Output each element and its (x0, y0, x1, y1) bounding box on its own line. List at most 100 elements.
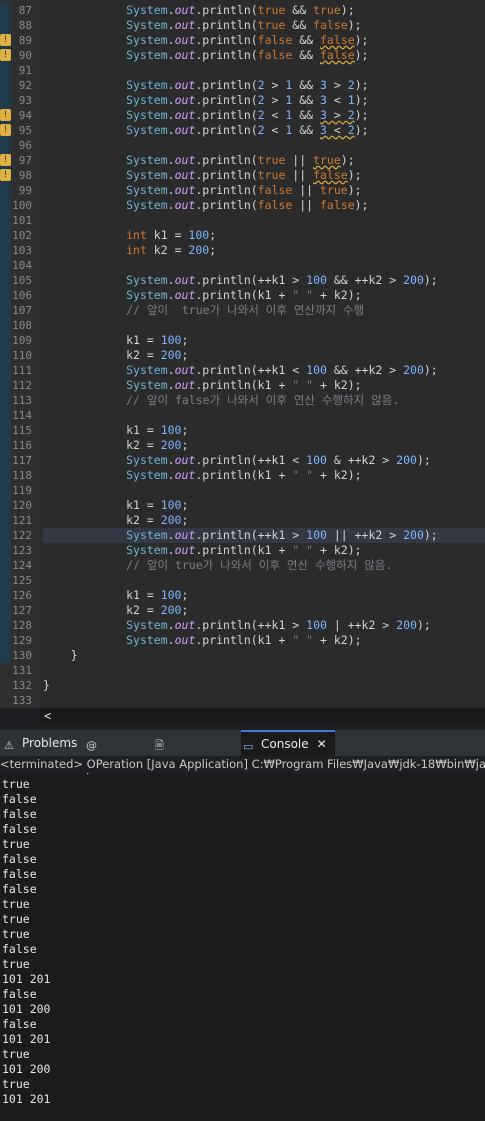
line-number: 103 (12, 244, 32, 257)
line-number: 118 (12, 469, 32, 482)
code-line[interactable]: } (43, 648, 78, 663)
tab-problems[interactable]: ⚠ Problems (2, 730, 78, 756)
line-number: 131 (12, 664, 32, 677)
line-number: 130 (12, 649, 32, 662)
code-line[interactable]: System.out.println(false && false); (43, 48, 368, 63)
console-line: false (2, 1017, 37, 1031)
code-line[interactable]: System.out.println(k1 + " " + k2); (43, 378, 361, 393)
line-number: 101 (12, 214, 32, 227)
console-status: <terminated> OPeration [Java Application… (0, 756, 485, 773)
console-line: true (2, 927, 30, 941)
code-line[interactable]: System.out.println(2 < 1 && 3 < 2); (43, 123, 368, 138)
code-line[interactable]: k1 = 100; (43, 498, 188, 513)
line-number: 112 (12, 379, 32, 392)
code-line[interactable]: System.out.println(k1 + " " + k2); (43, 543, 361, 558)
line-number: 88 (18, 19, 32, 32)
warning-icon[interactable]: ! (0, 169, 11, 181)
code-line[interactable]: System.out.println(++k1 < 100 & ++k2 > 2… (43, 453, 431, 468)
code-line[interactable]: // 앞이 false가 나와서 이후 연산 수행하지 않음. (43, 393, 399, 408)
code-line[interactable]: System.out.println(k1 + " " + k2); (43, 633, 361, 648)
line-number: 125 (12, 574, 32, 587)
code-line[interactable]: k1 = 100; (43, 423, 188, 438)
code-line[interactable]: k2 = 200; (43, 348, 188, 363)
code-line[interactable]: System.out.println(++k1 < 100 && ++k2 > … (43, 363, 438, 378)
warning-icon[interactable]: ! (0, 34, 11, 46)
code-line[interactable]: k2 = 200; (43, 438, 188, 453)
line-number: 133 (12, 694, 32, 707)
warning-icon[interactable]: ! (0, 49, 11, 61)
code-line[interactable]: int k2 = 200; (43, 243, 216, 258)
line-number: 117 (12, 454, 32, 467)
line-number: 90 (18, 49, 32, 62)
console-line: true (2, 837, 30, 851)
scroll-left-icon[interactable]: < (44, 708, 56, 724)
code-line[interactable]: System.out.println(true && false); (43, 18, 361, 33)
console-line: true (2, 957, 30, 971)
line-number: 111 (12, 364, 32, 377)
line-number: 114 (12, 409, 32, 422)
code-editor[interactable]: 87 System.out.println(true && true); 88 S… (0, 0, 485, 708)
code-line[interactable]: System.out.println(false || true); (43, 183, 361, 198)
code-line[interactable]: System.out.println(k1 + " " + k2); (43, 288, 361, 303)
line-number: 127 (12, 604, 32, 617)
console-line: false (2, 867, 37, 881)
code-line[interactable]: k1 = 100; (43, 588, 188, 603)
line-number: 123 (12, 544, 32, 557)
code-line[interactable]: System.out.println(true && true); (43, 3, 355, 18)
line-number: 120 (12, 499, 32, 512)
code-line[interactable]: // 앞이 true가 나와서 이후 연산까지 수행 (43, 303, 364, 318)
console-line: false (2, 822, 37, 836)
console-line: false (2, 807, 37, 821)
console-line: false (2, 852, 37, 866)
code-line[interactable]: System.out.println(++k1 > 100 || ++k2 > … (43, 528, 485, 543)
line-number: 95 (18, 124, 32, 137)
console-line: false (2, 792, 37, 806)
line-number: 105 (12, 274, 32, 287)
console-line: false (2, 942, 37, 956)
code-line[interactable]: System.out.println(true || true); (43, 153, 355, 168)
code-line[interactable]: System.out.println(2 > 1 && 3 > 2); (43, 78, 368, 93)
console-line: 101 200 (2, 1002, 51, 1016)
code-line[interactable]: System.out.println(false || false); (43, 198, 368, 213)
console-line: false (2, 987, 37, 1001)
horizontal-scrollbar[interactable]: < (40, 708, 485, 724)
console-output[interactable]: true false false false true false false false tr… (0, 774, 485, 1121)
line-number: 116 (12, 439, 32, 452)
line-number: 110 (12, 349, 32, 362)
code-line[interactable]: k1 = 100; (43, 333, 188, 348)
tab-declaration[interactable]: 🗎Declaration (153, 730, 239, 776)
line-number: 113 (12, 394, 32, 407)
close-icon[interactable]: ✕ (317, 737, 327, 751)
line-number: 89 (18, 34, 32, 47)
line-number: 108 (12, 319, 32, 332)
warning-icon[interactable]: ! (0, 154, 11, 166)
code-line[interactable]: int k1 = 100; (43, 228, 216, 243)
console-line: true (2, 897, 30, 911)
line-number: 129 (12, 634, 32, 647)
console-line: 101 201 (2, 1092, 51, 1106)
console-line: 101 201 (2, 972, 51, 986)
tab-label: Console (261, 737, 309, 751)
line-number: 119 (12, 484, 32, 497)
code-line[interactable]: k2 = 200; (43, 603, 188, 618)
warning-icon[interactable]: ! (0, 124, 11, 136)
line-number: 96 (18, 139, 32, 152)
code-line[interactable]: System.out.println(true || false); (43, 168, 361, 183)
code-line[interactable]: System.out.println(false && false); (43, 33, 368, 48)
code-line[interactable]: System.out.println(k1 + " " + k2); (43, 468, 361, 483)
declaration-icon: 🗎 (155, 739, 164, 752)
bottom-panel-tabs: ⚠ Problems @Javadoc🗎Declaration ▭ Console ✕ (0, 730, 485, 776)
code-line[interactable]: k2 = 200; (43, 513, 188, 528)
code-line[interactable]: System.out.println(2 > 1 && 3 < 1); (43, 93, 368, 108)
code-line[interactable]: System.out.println(2 < 1 && 3 > 2); (43, 108, 368, 123)
tab-javadoc[interactable]: @Javadoc (84, 730, 148, 776)
line-number: 87 (18, 4, 32, 17)
code-line[interactable]: } (43, 678, 50, 693)
line-number: 98 (18, 169, 32, 182)
code-line[interactable]: System.out.println(++k1 > 100 | ++k2 > 2… (43, 618, 431, 633)
warning-icon[interactable]: ! (0, 109, 11, 121)
code-line[interactable]: // 앞이 true가 나와서 이후 연산 수행하지 않음. (43, 558, 392, 573)
line-number: 100 (12, 199, 32, 212)
code-line[interactable]: System.out.println(++k1 > 100 && ++k2 > … (43, 273, 438, 288)
tab-console[interactable]: ▭ Console ✕ (241, 730, 335, 756)
